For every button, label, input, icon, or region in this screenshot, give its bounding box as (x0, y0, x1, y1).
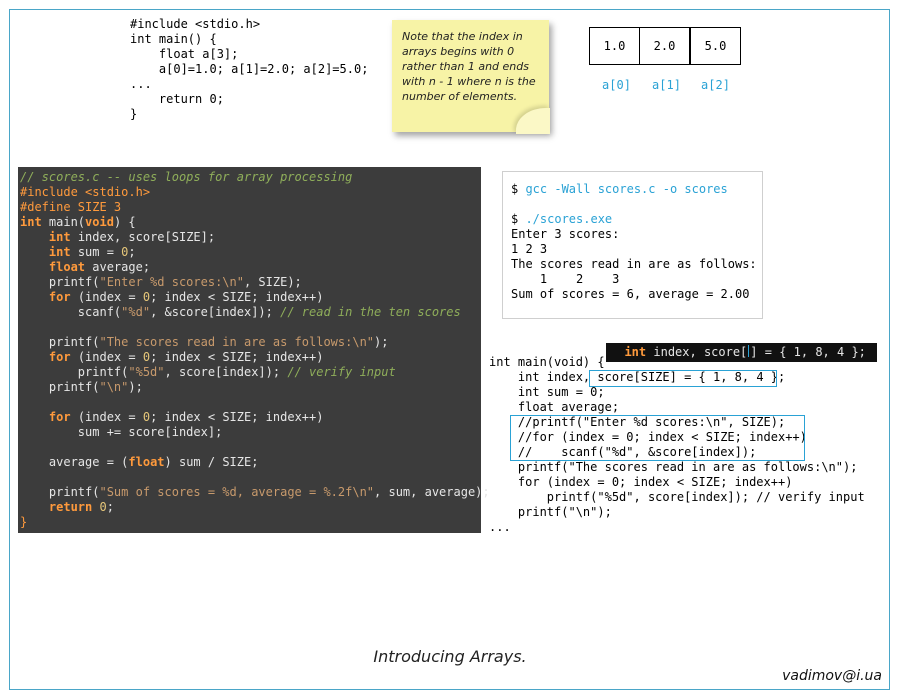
array-cell-2: 5.0 (690, 27, 741, 65)
array-cell-0: 1.0 (589, 27, 640, 65)
array-label-2: a[2] (701, 78, 730, 92)
array-label-1: a[1] (652, 78, 681, 92)
scores-source-code: // scores.c -- uses loops for array proc… (20, 170, 490, 529)
array-label-0: a[0] (602, 78, 631, 92)
slide-title: Introducing Arrays. (373, 647, 527, 666)
array-cell-1: 2.0 (639, 27, 690, 65)
array-declaration-code: #include <stdio.h> int main() { float a[… (130, 17, 369, 121)
sticky-note-text: Note that the index in arrays begins wit… (402, 30, 536, 103)
terminal-output: $ gcc -Wall scores.c -o scores $ ./score… (511, 182, 757, 301)
initializer-highlight-box (589, 370, 777, 387)
author-email: vadimov@i.ua (782, 668, 882, 684)
commented-input-highlight-box (510, 415, 805, 461)
